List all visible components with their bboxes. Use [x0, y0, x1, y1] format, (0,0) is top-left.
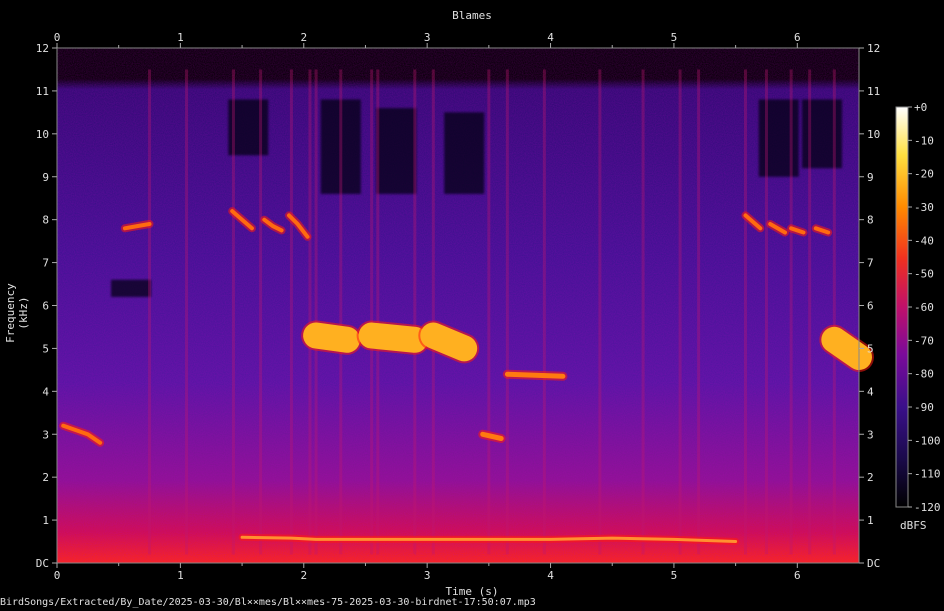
y-tick-label-right-3: 3 — [867, 428, 874, 441]
x-tick-label-bottom-6: 6 — [794, 569, 801, 582]
colorbar-label: dBFS — [900, 519, 927, 532]
y-tick-label-left-9: 9 — [42, 171, 49, 184]
x-tick-label-bottom-5: 5 — [671, 569, 678, 582]
dark-gap-5 — [801, 99, 842, 169]
y-tick-label-right-1: 1 — [867, 514, 874, 527]
streak-14 — [542, 69, 546, 555]
x-tick-label-bottom-1: 1 — [177, 569, 184, 582]
cb-tick-label-4: -40 — [914, 234, 934, 247]
x-tick-label-top-5: 5 — [671, 31, 678, 44]
streak-11 — [431, 69, 435, 555]
streak-3 — [259, 69, 263, 555]
spectrogram-figure: 00112233445566DC DC1 12 23 34 45 56 67 78 89 910 10… — [36, 31, 941, 582]
streak-19 — [743, 69, 747, 555]
cb-tick-label-1: -10 — [914, 134, 934, 147]
dark-gap-3 — [444, 112, 485, 194]
y-axis-label: Frequency (kHz) — [4, 283, 30, 343]
streak-9 — [376, 69, 380, 555]
streak-7 — [339, 69, 343, 555]
plot-area — [56, 47, 874, 564]
streak-4 — [289, 69, 293, 555]
y-tick-label-left-12: 12 — [36, 42, 49, 55]
streak-0 — [148, 69, 152, 555]
y-tick-label-left-2: 2 — [42, 471, 49, 484]
y-tick-label-right-6: 6 — [867, 300, 874, 313]
x-tick-label-top-2: 2 — [300, 31, 307, 44]
x-tick-label-bottom-4: 4 — [547, 569, 554, 582]
y-tick-label-left-0: DC — [36, 557, 49, 570]
streak-17 — [678, 69, 682, 555]
y-tick-label-right-0: DC — [867, 557, 880, 570]
cb-tick-label-6: -60 — [914, 301, 934, 314]
dark-gap-6 — [111, 279, 152, 297]
colorbar: +0 -10 -20 -30 -40 -50 -60 -70 -80 -90 -100 -110 -12… — [895, 101, 941, 514]
y-tick-label-left-1: 1 — [42, 514, 49, 527]
series-5-burst — [303, 322, 360, 353]
streak-6 — [314, 69, 318, 555]
y-tick-label-left-6: 6 — [42, 300, 49, 313]
streak-20 — [764, 69, 768, 555]
cb-tick-label-2: -20 — [914, 168, 934, 181]
streak-16 — [641, 69, 645, 555]
colorbar-gradient — [895, 106, 909, 508]
x-tick-label-bottom-2: 2 — [300, 569, 307, 582]
cb-tick-label-0: +0 — [914, 101, 927, 114]
y-tick-label-right-7: 7 — [867, 257, 874, 270]
y-tick-label-right-10: 10 — [867, 128, 880, 141]
x-tick-label-bottom-3: 3 — [424, 569, 431, 582]
y-tick-label-right-11: 11 — [867, 85, 880, 98]
y-tick-label-right-9: 9 — [867, 171, 874, 184]
y-tick-label-right-4: 4 — [867, 385, 874, 398]
x-tick-label-bottom-0: 0 — [54, 569, 61, 582]
cb-tick-label-9: -90 — [914, 401, 934, 414]
x-tick-label-top-3: 3 — [424, 31, 431, 44]
y-tick-label-right-8: 8 — [867, 214, 874, 227]
series-7-burst — [420, 322, 478, 362]
streak-5 — [308, 69, 312, 555]
cb-tick-label-7: -70 — [914, 334, 934, 347]
streak-12 — [487, 69, 491, 555]
x-tick-label-top-0: 0 — [54, 31, 61, 44]
y-tick-label-left-3: 3 — [42, 428, 49, 441]
cb-tick-label-11: -110 — [914, 468, 941, 481]
y-tick-label-right-5: 5 — [867, 342, 874, 355]
y-tick-label-right-2: 2 — [867, 471, 874, 484]
streak-23 — [832, 69, 836, 555]
series-14-burst — [821, 326, 872, 370]
dark-gap-2 — [376, 108, 417, 194]
streak-1 — [185, 69, 189, 555]
streak-22 — [808, 69, 812, 555]
y-tick-label-right-12: 12 — [867, 42, 880, 55]
x-tick-label-top-4: 4 — [547, 31, 554, 44]
cb-tick-label-5: -50 — [914, 268, 934, 281]
dark-gap-4 — [758, 99, 799, 177]
x-tick-label-top-6: 6 — [794, 31, 801, 44]
cb-tick-label-12: -120 — [914, 501, 941, 514]
x-tick-label-top-1: 1 — [177, 31, 184, 44]
streak-13 — [505, 69, 509, 555]
chart-title: Blames — [452, 9, 492, 22]
cb-tick-label-10: -100 — [914, 434, 941, 447]
streak-21 — [789, 69, 793, 555]
streak-10 — [413, 69, 417, 555]
colorbar-ticks: +0 -10 -20 -30 -40 -50 -60 -70 -80 -90 -100 -110 -12… — [908, 101, 941, 514]
y-tick-label-left-4: 4 — [42, 385, 49, 398]
cb-tick-label-3: -30 — [914, 201, 934, 214]
series-8-tone — [504, 371, 566, 379]
y-tick-label-left-8: 8 — [42, 214, 49, 227]
y-tick-label-left-10: 10 — [36, 128, 49, 141]
y-tick-label-left-5: 5 — [42, 342, 49, 355]
streak-15 — [598, 69, 602, 555]
y-tick-label-left-7: 7 — [42, 257, 49, 270]
cb-tick-label-8: -80 — [914, 368, 934, 381]
streak-2 — [231, 69, 235, 555]
series-6-burst — [358, 322, 428, 353]
y-tick-label-left-11: 11 — [36, 85, 49, 98]
streak-8 — [370, 69, 374, 555]
file-path: BirdSongs/Extracted/By_Date/2025-03-30/B… — [0, 597, 536, 608]
streak-18 — [697, 69, 701, 555]
